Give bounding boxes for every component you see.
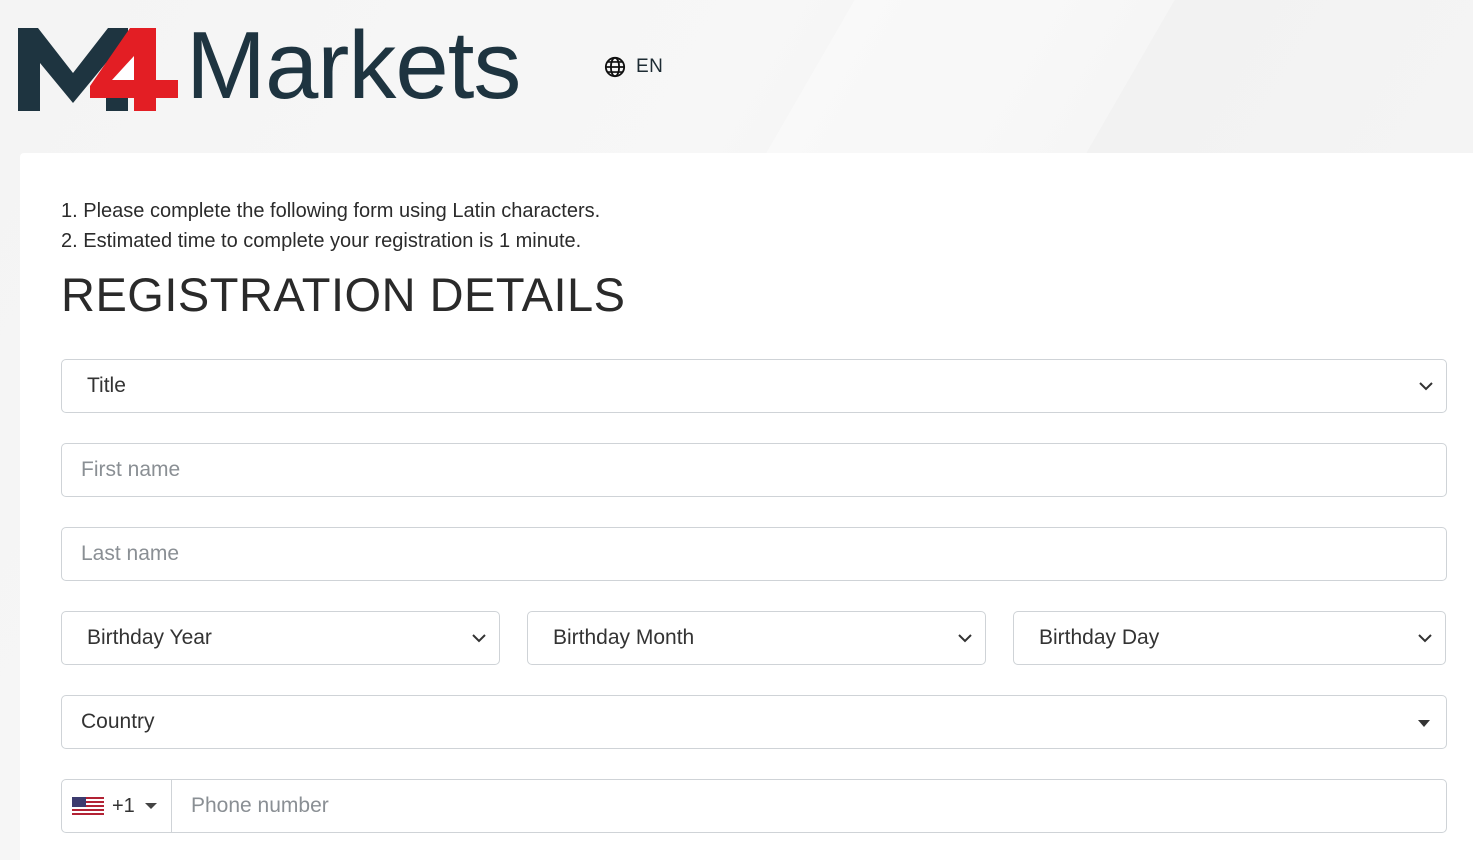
- phone-field: +1 Phone number: [61, 779, 1447, 833]
- instructions: 1. Please complete the following form us…: [61, 196, 600, 256]
- birthday-day-label: Birthday Day: [1039, 626, 1160, 649]
- caret-down-icon: [1418, 720, 1430, 727]
- birthday-year-select[interactable]: Birthday Year: [61, 611, 500, 665]
- country-select[interactable]: Country: [61, 695, 1447, 749]
- us-flag-icon: [72, 797, 104, 815]
- birthday-year-label: Birthday Year: [87, 626, 212, 649]
- instruction-line-1: 1. Please complete the following form us…: [61, 200, 601, 222]
- header: Markets EN: [0, 0, 1473, 150]
- chevron-down-icon: [1419, 382, 1433, 391]
- title-select[interactable]: Title: [61, 359, 1447, 413]
- last-name-field[interactable]: Last name: [61, 527, 1447, 581]
- page-title: REGISTRATION DETAILS: [61, 268, 626, 321]
- birthday-month-label: Birthday Month: [553, 626, 695, 649]
- language-selector[interactable]: EN: [604, 54, 663, 80]
- phone-country-code: +1: [112, 794, 135, 817]
- chevron-down-icon: [1418, 634, 1432, 643]
- m4markets-logo: Markets: [18, 18, 521, 118]
- birthday-month-select[interactable]: Birthday Month: [527, 611, 986, 665]
- chevron-down-icon: [472, 634, 486, 643]
- birthday-day-select[interactable]: Birthday Day: [1013, 611, 1446, 665]
- caret-down-icon: [144, 803, 157, 809]
- globe-icon: [604, 56, 626, 78]
- country-label: Country: [81, 710, 155, 733]
- logo-word: Markets: [186, 18, 520, 118]
- phone-number-input[interactable]: Phone number: [172, 780, 1446, 832]
- phone-number-placeholder: Phone number: [191, 794, 329, 817]
- first-name-placeholder: First name: [81, 458, 181, 481]
- registration-card: 1. Please complete the following form us…: [20, 153, 1473, 860]
- chevron-down-icon: [958, 634, 972, 643]
- last-name-placeholder: Last name: [81, 542, 180, 565]
- first-name-field[interactable]: First name: [61, 443, 1447, 497]
- language-label: EN: [636, 56, 664, 77]
- instruction-line-2: 2. Estimated time to complete your regis…: [61, 230, 582, 252]
- phone-country-code-selector[interactable]: +1: [62, 780, 172, 832]
- title-select-label: Title: [87, 374, 126, 397]
